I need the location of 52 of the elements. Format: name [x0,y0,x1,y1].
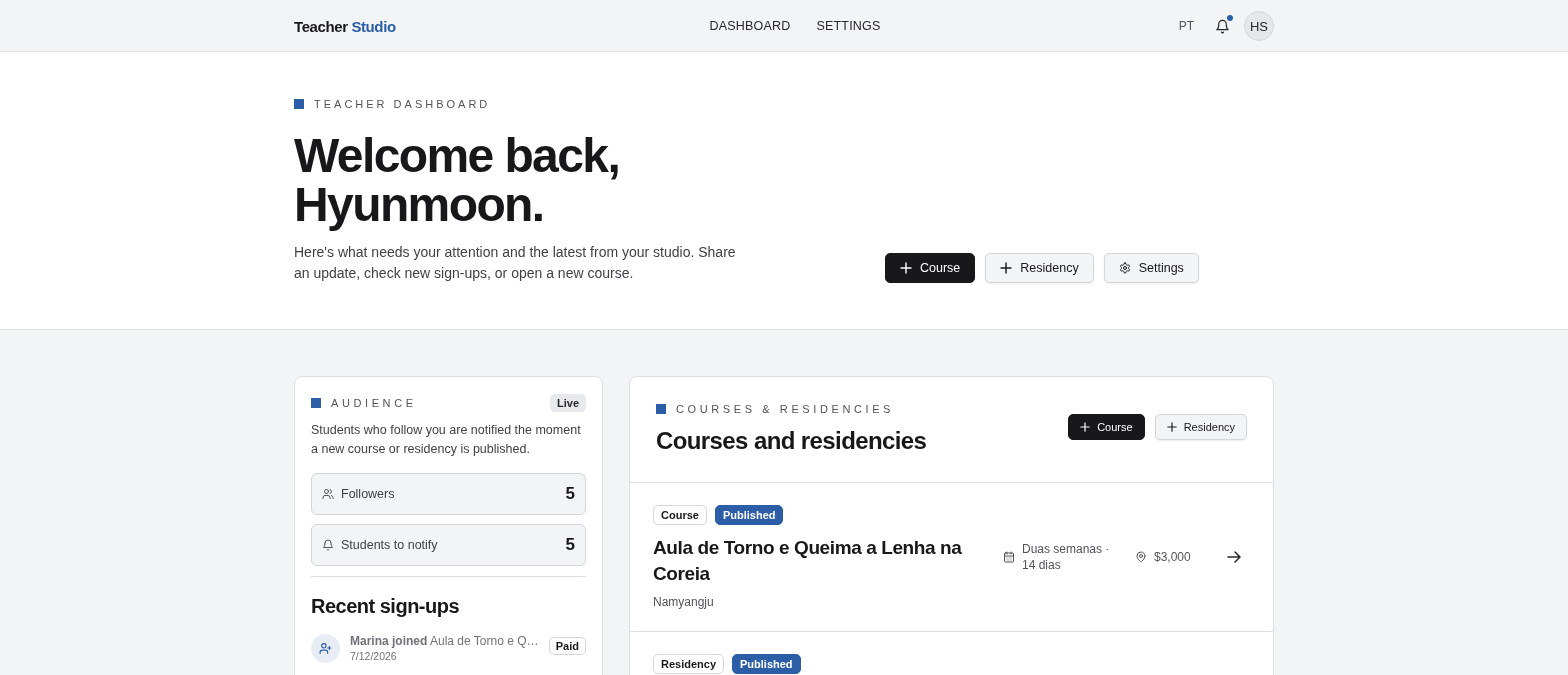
course-location: Namyangju [653,595,715,609]
plus-icon [1166,422,1177,432]
status-badge: Published [714,505,784,525]
signup-date: 7/12/2026 [350,649,398,663]
calendar-icon [1003,551,1015,563]
people-icon [322,488,334,500]
square-marker-icon [294,99,304,109]
status-badge: Published [732,654,801,674]
type-badge: Course [653,505,707,525]
plus-icon [1000,262,1013,274]
eyebrow-label: TEACHER DASHBOARD [314,98,491,110]
bell-icon [1214,18,1230,34]
audience-description: Students who follow you are notified the moment a new course or residency is published. [311,422,582,458]
user-plus-icon [311,634,340,663]
payment-badge: Paid [548,637,586,655]
eyebrow-label: COURSES & RESIDENCIES [676,403,895,415]
plus-icon [900,262,912,274]
welcome-heading: Welcome back, Hyunmoon. [294,131,621,229]
square-marker-icon [311,398,321,408]
bell-icon [322,539,334,551]
course-row[interactable]: Residency Published [630,632,1273,675]
eyebrow-label: AUDIENCE [331,397,417,409]
logo[interactable]: Teacher Studio [294,17,396,35]
plus-icon [1080,422,1091,432]
add-button[interactable]: Residency [1154,414,1247,440]
stat-value: 5 [565,484,575,504]
pin-icon [1135,551,1147,563]
section-heading: Recent sign-ups [311,595,461,618]
add-button[interactable]: Course [1068,414,1145,440]
nav-link[interactable]: SETTINGS [816,19,881,33]
stat-label: Followers [341,487,396,501]
square-marker-icon [656,404,666,414]
signup-text: Marina joined Aula de Torno e Q… [350,634,539,649]
stat-label: Students to notify [341,538,439,552]
arrow-right-icon[interactable] [1227,550,1241,564]
course-row[interactable]: Course Published Aula de Torno e Queima a Lenha na Coreia Namyangju Duas semanas · 14 dias $3,000 [630,483,1273,632]
language-button[interactable]: PT [1178,19,1194,33]
type-badge: Residency [653,654,725,674]
live-badge: Live [550,394,586,412]
add-button[interactable]: Residency [985,253,1094,283]
stat-value: 5 [565,535,575,555]
nav-link[interactable]: DASHBOARD [709,19,791,33]
gear-icon [1118,262,1131,274]
course-title: Aula de Torno e Queima a Lenha na Coreia [653,536,963,586]
meta-text: $3,000 [1154,549,1191,565]
hero-description: Here's what needs your attention and the latest from your studio. Share an update, check new sign-ups, or open a new course. [294,243,737,283]
card-title: Courses and residencies [656,427,927,455]
meta-text: Duas semanas · 14 dias [1022,541,1111,573]
notifications-button[interactable] [1214,18,1230,34]
settings-button[interactable]: Settings [1103,253,1199,283]
avatar-button[interactable]: HS [1244,11,1274,41]
add-button[interactable]: Course [885,253,976,283]
